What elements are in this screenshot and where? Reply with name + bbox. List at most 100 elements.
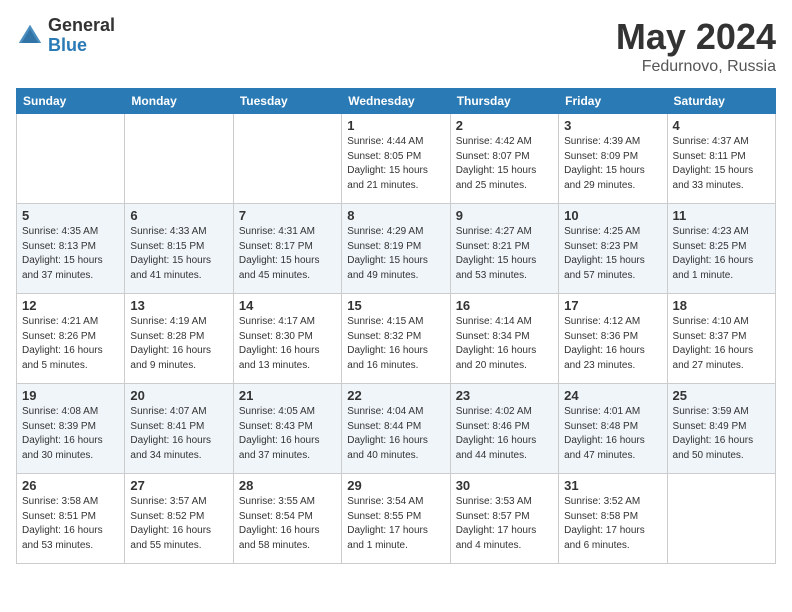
calendar-title: May 2024 <box>616 16 776 58</box>
calendar-cell: 4Sunrise: 4:37 AM Sunset: 8:11 PM Daylig… <box>667 114 775 204</box>
day-info: Sunrise: 4:39 AM Sunset: 8:09 PM Dayligh… <box>564 135 661 193</box>
day-number: 26 <box>22 478 119 493</box>
day-header-saturday: Saturday <box>667 89 775 114</box>
calendar-cell: 21 Sunrise: 4:05 AM Sunset: 8:43 PM Dayli… <box>233 384 341 474</box>
day-number: 28 <box>239 478 336 493</box>
calendar-cell: 11 Sunrise: 4:23 AM Sunset: 8:25 PM Dayli… <box>667 204 775 294</box>
day-info: Sunrise: 3:57 AM Sunset: 8:52 PM Dayligh… <box>130 495 227 553</box>
day-info: Sunrise: 4:42 AM Sunset: 8:07 PM Dayligh… <box>456 135 553 193</box>
day-number: 25 <box>673 388 770 403</box>
day-info: Sunrise: 4:14 AM Sunset: 8:34 PM Dayligh… <box>456 315 553 373</box>
day-info: Sunrise: 4:12 AM Sunset: 8:36 PM Dayligh… <box>564 315 661 373</box>
logo-blue-text: Blue <box>48 36 115 56</box>
day-info: Sunrise: 4:29 AM Sunset: 8:19 PM Dayligh… <box>347 225 444 283</box>
calendar-cell: 3 Sunrise: 4:39 AM Sunset: 8:09 PM Daylig… <box>559 114 667 204</box>
day-number: 20 <box>130 388 227 403</box>
day-header-thursday: Thursday <box>450 89 558 114</box>
calendar-cell: 26Sunrise: 3:58 AM Sunset: 8:51 PM Dayli… <box>17 474 125 564</box>
calendar-week-row: 26Sunrise: 3:58 AM Sunset: 8:51 PM Dayli… <box>17 474 776 564</box>
calendar-header-row: SundayMondayTuesdayWednesdayThursdayFrid… <box>17 89 776 114</box>
day-number: 7 <box>239 208 336 223</box>
calendar-cell <box>125 114 233 204</box>
day-info: Sunrise: 4:35 AM Sunset: 8:13 PM Dayligh… <box>22 225 119 283</box>
day-number: 9 <box>456 208 553 223</box>
day-info: Sunrise: 3:59 AM Sunset: 8:49 PM Dayligh… <box>673 405 770 463</box>
day-header-tuesday: Tuesday <box>233 89 341 114</box>
day-number: 6 <box>130 208 227 223</box>
day-number: 3 <box>564 118 661 133</box>
calendar-cell: 18 Sunrise: 4:10 AM Sunset: 8:37 PM Dayli… <box>667 294 775 384</box>
calendar-cell: 13 Sunrise: 4:19 AM Sunset: 8:28 PM Dayli… <box>125 294 233 384</box>
day-info: Sunrise: 4:10 AM Sunset: 8:37 PM Dayligh… <box>673 315 770 373</box>
day-info: Sunrise: 4:02 AM Sunset: 8:46 PM Dayligh… <box>456 405 553 463</box>
calendar-cell: 5 Sunrise: 4:35 AM Sunset: 8:13 PM Daylig… <box>17 204 125 294</box>
day-info: Sunrise: 4:33 AM Sunset: 8:15 PM Dayligh… <box>130 225 227 283</box>
calendar-cell: 23Sunrise: 4:02 AM Sunset: 8:46 PM Dayli… <box>450 384 558 474</box>
day-info: Sunrise: 4:27 AM Sunset: 8:21 PM Dayligh… <box>456 225 553 283</box>
day-number: 21 <box>239 388 336 403</box>
day-number: 27 <box>130 478 227 493</box>
calendar-cell <box>233 114 341 204</box>
logo-general-text: General <box>48 16 115 36</box>
page-header: General Blue May 2024 Fedurnovo, Russia <box>16 16 776 76</box>
calendar-cell: 16 Sunrise: 4:14 AM Sunset: 8:34 PM Dayli… <box>450 294 558 384</box>
day-number: 4 <box>673 118 770 133</box>
day-info: Sunrise: 4:07 AM Sunset: 8:41 PM Dayligh… <box>130 405 227 463</box>
day-info: Sunrise: 4:31 AM Sunset: 8:17 PM Dayligh… <box>239 225 336 283</box>
calendar-cell: 9 Sunrise: 4:27 AM Sunset: 8:21 PM Daylig… <box>450 204 558 294</box>
calendar-cell: 10Sunrise: 4:25 AM Sunset: 8:23 PM Dayli… <box>559 204 667 294</box>
day-header-friday: Friday <box>559 89 667 114</box>
calendar-cell: 2 Sunrise: 4:42 AM Sunset: 8:07 PM Daylig… <box>450 114 558 204</box>
calendar-cell: 1Sunrise: 4:44 AM Sunset: 8:05 PM Daylig… <box>342 114 450 204</box>
day-number: 19 <box>22 388 119 403</box>
day-number: 15 <box>347 298 444 313</box>
day-number: 11 <box>673 208 770 223</box>
calendar-cell: 27 Sunrise: 3:57 AM Sunset: 8:52 PM Dayli… <box>125 474 233 564</box>
day-number: 16 <box>456 298 553 313</box>
day-info: Sunrise: 3:53 AM Sunset: 8:57 PM Dayligh… <box>456 495 553 553</box>
day-number: 18 <box>673 298 770 313</box>
day-header-monday: Monday <box>125 89 233 114</box>
day-number: 30 <box>456 478 553 493</box>
calendar-week-row: 1Sunrise: 4:44 AM Sunset: 8:05 PM Daylig… <box>17 114 776 204</box>
day-number: 17 <box>564 298 661 313</box>
calendar-cell: 28 Sunrise: 3:55 AM Sunset: 8:54 PM Dayli… <box>233 474 341 564</box>
day-info: Sunrise: 4:44 AM Sunset: 8:05 PM Dayligh… <box>347 135 444 193</box>
day-info: Sunrise: 3:52 AM Sunset: 8:58 PM Dayligh… <box>564 495 661 553</box>
day-info: Sunrise: 4:08 AM Sunset: 8:39 PM Dayligh… <box>22 405 119 463</box>
day-info: Sunrise: 4:15 AM Sunset: 8:32 PM Dayligh… <box>347 315 444 373</box>
calendar-cell: 7 Sunrise: 4:31 AM Sunset: 8:17 PM Daylig… <box>233 204 341 294</box>
day-number: 22 <box>347 388 444 403</box>
calendar-location: Fedurnovo, Russia <box>616 58 776 76</box>
calendar-cell: 17 Sunrise: 4:12 AM Sunset: 8:36 PM Dayli… <box>559 294 667 384</box>
day-header-sunday: Sunday <box>17 89 125 114</box>
calendar-cell: 29Sunrise: 3:54 AM Sunset: 8:55 PM Dayli… <box>342 474 450 564</box>
calendar-cell: 19 Sunrise: 4:08 AM Sunset: 8:39 PM Dayli… <box>17 384 125 474</box>
calendar-week-row: 5 Sunrise: 4:35 AM Sunset: 8:13 PM Daylig… <box>17 204 776 294</box>
day-info: Sunrise: 3:54 AM Sunset: 8:55 PM Dayligh… <box>347 495 444 553</box>
day-number: 5 <box>22 208 119 223</box>
day-info: Sunrise: 4:19 AM Sunset: 8:28 PM Dayligh… <box>130 315 227 373</box>
logo: General Blue <box>16 16 115 56</box>
day-number: 2 <box>456 118 553 133</box>
day-info: Sunrise: 4:17 AM Sunset: 8:30 PM Dayligh… <box>239 315 336 373</box>
calendar-cell <box>667 474 775 564</box>
day-info: Sunrise: 4:25 AM Sunset: 8:23 PM Dayligh… <box>564 225 661 283</box>
day-number: 14 <box>239 298 336 313</box>
calendar-week-row: 12Sunrise: 4:21 AM Sunset: 8:26 PM Dayli… <box>17 294 776 384</box>
day-info: Sunrise: 3:55 AM Sunset: 8:54 PM Dayligh… <box>239 495 336 553</box>
day-info: Sunrise: 4:21 AM Sunset: 8:26 PM Dayligh… <box>22 315 119 373</box>
calendar-cell: 22Sunrise: 4:04 AM Sunset: 8:44 PM Dayli… <box>342 384 450 474</box>
day-number: 31 <box>564 478 661 493</box>
title-block: May 2024 Fedurnovo, Russia <box>616 16 776 76</box>
day-number: 24 <box>564 388 661 403</box>
day-number: 13 <box>130 298 227 313</box>
calendar-cell: 6 Sunrise: 4:33 AM Sunset: 8:15 PM Daylig… <box>125 204 233 294</box>
calendar-cell: 24 Sunrise: 4:01 AM Sunset: 8:48 PM Dayli… <box>559 384 667 474</box>
day-info: Sunrise: 4:01 AM Sunset: 8:48 PM Dayligh… <box>564 405 661 463</box>
calendar-cell: 12Sunrise: 4:21 AM Sunset: 8:26 PM Dayli… <box>17 294 125 384</box>
calendar-cell: 8Sunrise: 4:29 AM Sunset: 8:19 PM Daylig… <box>342 204 450 294</box>
day-info: Sunrise: 4:05 AM Sunset: 8:43 PM Dayligh… <box>239 405 336 463</box>
calendar-week-row: 19 Sunrise: 4:08 AM Sunset: 8:39 PM Dayli… <box>17 384 776 474</box>
day-info: Sunrise: 4:23 AM Sunset: 8:25 PM Dayligh… <box>673 225 770 283</box>
